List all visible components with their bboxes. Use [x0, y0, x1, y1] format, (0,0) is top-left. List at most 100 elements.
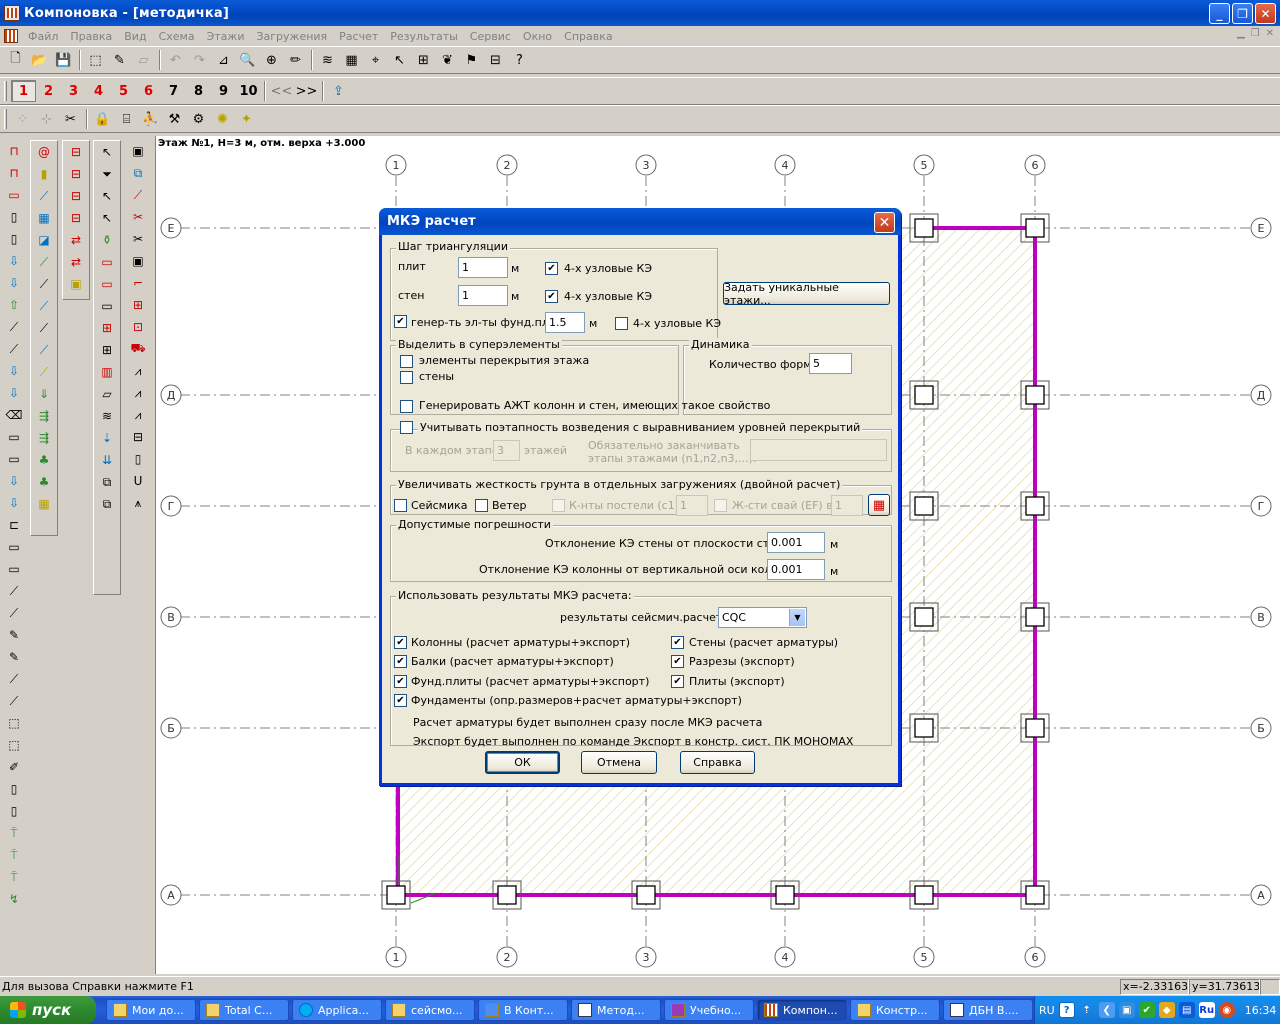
floor-8-button[interactable]: 8 — [186, 80, 211, 102]
slab-tool-icon[interactable]: ▭ — [1, 426, 27, 448]
leaf-icon[interactable]: ❦ — [436, 49, 459, 71]
col-dev-input[interactable]: 0.001 — [767, 559, 825, 580]
load-7-icon[interactable]: ▣ — [63, 273, 89, 295]
mdi-close-icon[interactable]: ✕ — [1266, 28, 1274, 39]
erase-tool-icon[interactable]: ⌫ — [1, 404, 27, 426]
lock-icon[interactable]: 🔒 — [91, 108, 114, 130]
staged-checkbox[interactable] — [400, 421, 413, 434]
plus-box-icon[interactable]: ⊞ — [125, 294, 151, 316]
menu-service[interactable]: Сервис — [464, 30, 517, 43]
grid-yellow-icon[interactable]: ▦ — [31, 493, 57, 515]
panel-icon[interactable]: ▦ — [31, 207, 57, 229]
rect-red-2-icon[interactable]: ▭ — [94, 273, 120, 295]
zoom-icon[interactable]: 🔍 — [236, 49, 259, 71]
pen-tool-icon[interactable]: ✎ — [1, 624, 27, 646]
tool-a-icon[interactable]: ⚒ — [163, 108, 186, 130]
column-tool-icon[interactable]: ▯ — [1, 206, 27, 228]
menu-view[interactable]: Вид — [118, 30, 152, 43]
plates-result-checkbox[interactable] — [671, 675, 684, 688]
mdi-minimize-icon[interactable]: ▁ — [1237, 28, 1245, 39]
floor-10-button[interactable]: 10 — [236, 80, 261, 102]
stairs-icon[interactable]: ⩘ — [125, 360, 151, 382]
column-n-icon[interactable]: ▯ — [1, 228, 27, 250]
bed-coeff-checkbox[interactable] — [552, 499, 565, 512]
save-icon[interactable]: 💾 — [52, 49, 75, 71]
line-tool-icon[interactable]: ⟋ — [1, 580, 27, 602]
axes-icon[interactable]: ⊿ — [212, 49, 235, 71]
frame-grid-icon[interactable]: ⊞ — [94, 339, 120, 361]
open-folder-icon[interactable]: 📂 — [28, 49, 51, 71]
bar-tool-icon[interactable]: ▯ — [1, 778, 27, 800]
flag-icon[interactable]: ⚑ — [460, 49, 483, 71]
bed-coeff-input[interactable]: 1 — [676, 495, 708, 516]
wall-dev-input[interactable]: 0.001 — [767, 532, 825, 553]
column-yellow-icon[interactable]: ▮ — [31, 163, 57, 185]
brush-icon[interactable]: ⟋ — [31, 185, 57, 207]
walls-result-checkbox[interactable] — [671, 636, 684, 649]
pile-tool-icon[interactable]: ⍑ — [1, 822, 27, 844]
task-dbn[interactable]: ДБН В.... — [943, 999, 1033, 1021]
dialog-title-bar[interactable]: МКЭ расчет ✕ — [379, 208, 901, 235]
menu-floors[interactable]: Этажи — [201, 30, 251, 43]
beam-load-icon[interactable]: ⇩ — [1, 360, 27, 382]
line-n-icon[interactable]: ⟋ — [1, 602, 27, 624]
pile-stiff-checkbox[interactable] — [714, 499, 727, 512]
browser-tray-icon[interactable]: ◉ — [1218, 1002, 1235, 1018]
task-contact[interactable]: В Конт... — [478, 999, 568, 1021]
grid-axes-icon[interactable]: ⊹ — [35, 108, 58, 130]
panel-2-icon[interactable]: ◪ — [31, 229, 57, 251]
layers-icon[interactable]: ≋ — [316, 49, 339, 71]
found-plates-checkbox[interactable] — [394, 675, 407, 688]
forms-input[interactable]: 5 — [809, 353, 852, 374]
slab-icon[interactable]: ▱ — [94, 383, 120, 405]
stair-icon[interactable]: ⟋ — [31, 251, 57, 273]
edit-drawing-icon[interactable]: ✎ — [108, 49, 131, 71]
load-3-icon[interactable]: ⊟ — [63, 185, 89, 207]
at-tool-icon[interactable]: @ — [31, 141, 57, 163]
wind-checkbox[interactable] — [475, 499, 488, 512]
edit-box-icon[interactable]: ⊡ — [125, 316, 151, 338]
floor-4-button[interactable]: 4 — [86, 80, 111, 102]
tool-b-icon[interactable]: ⚙ — [187, 108, 210, 130]
stair-2-icon[interactable]: ⟋ — [31, 273, 57, 295]
u-icon[interactable]: U — [125, 470, 151, 492]
display-icon[interactable]: ▤ — [1178, 1002, 1195, 1018]
minimize-button[interactable]: _ — [1209, 3, 1230, 24]
must-end-input[interactable] — [750, 439, 887, 461]
grid-table-button[interactable]: ▦ — [868, 494, 890, 516]
floor-up-icon[interactable]: ⇪ — [327, 80, 350, 102]
chevron-down-icon[interactable]: ▼ — [789, 609, 805, 626]
plates-4node-checkbox[interactable] — [545, 262, 558, 275]
walls-super-checkbox[interactable] — [400, 371, 413, 384]
pen-n-icon[interactable]: ✎ — [1, 646, 27, 668]
language-indicator[interactable]: RU — [1039, 1004, 1055, 1017]
pointer-dim-icon[interactable]: ↖ — [94, 185, 120, 207]
cut-icon[interactable]: ✂ — [125, 206, 151, 228]
arrows-2-icon[interactable]: ⇶ — [31, 427, 57, 449]
load-4-icon[interactable]: ⊟ — [63, 207, 89, 229]
undo-icon[interactable]: ↶ — [164, 49, 187, 71]
scissors-grid-icon[interactable]: ✂ — [59, 108, 82, 130]
double-box-icon[interactable]: ⧉ — [94, 471, 120, 493]
redo-icon[interactable]: ↷ — [188, 49, 211, 71]
column-load-n-icon[interactable]: ⇩ — [1, 272, 27, 294]
wall-tool-2-icon[interactable]: ⊓ — [1, 162, 27, 184]
walls-4node-checkbox[interactable] — [545, 290, 558, 303]
copy-icon[interactable]: ⧉ — [125, 162, 151, 184]
floor-3-button[interactable]: 3 — [61, 80, 86, 102]
task-construct[interactable]: Констр... — [850, 999, 940, 1021]
columns-checkbox[interactable] — [394, 636, 407, 649]
seismic-checkbox[interactable] — [394, 499, 407, 512]
truck-icon[interactable]: ⛟ — [125, 338, 151, 360]
task-textbook[interactable]: Учебно... — [664, 999, 754, 1021]
rect-tool-icon[interactable]: ▭ — [1, 536, 27, 558]
mdi-restore-icon[interactable]: ❐ — [1251, 28, 1260, 39]
pointer-dim-2-icon[interactable]: ↖ — [94, 207, 120, 229]
grid4-icon[interactable]: ⊞ — [94, 317, 120, 339]
pile-stiff-input[interactable]: 1 — [831, 495, 863, 516]
help-button[interactable]: Справка — [680, 751, 755, 774]
snap-icon[interactable]: ⌖ — [364, 49, 387, 71]
column-up-icon[interactable]: ⇧ — [1, 294, 27, 316]
corner-icon[interactable]: ⌐ — [125, 272, 151, 294]
tree-2-icon[interactable]: ♣ — [31, 471, 57, 493]
